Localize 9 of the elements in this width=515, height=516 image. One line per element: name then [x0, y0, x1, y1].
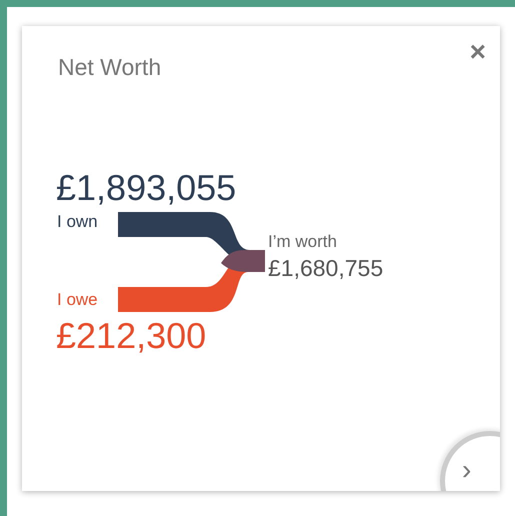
owe-label: I owe [57, 291, 98, 308]
worth-label: I’m worth [268, 233, 337, 250]
own-label: I own [57, 213, 98, 230]
close-button[interactable]: × [466, 38, 490, 66]
own-amount: £1,893,055 [56, 170, 236, 206]
worth-amount: £1,680,755 [268, 257, 384, 280]
owe-amount: £212,300 [56, 318, 206, 354]
card-title: Net Worth [58, 54, 162, 81]
next-button[interactable]: › [440, 431, 500, 491]
